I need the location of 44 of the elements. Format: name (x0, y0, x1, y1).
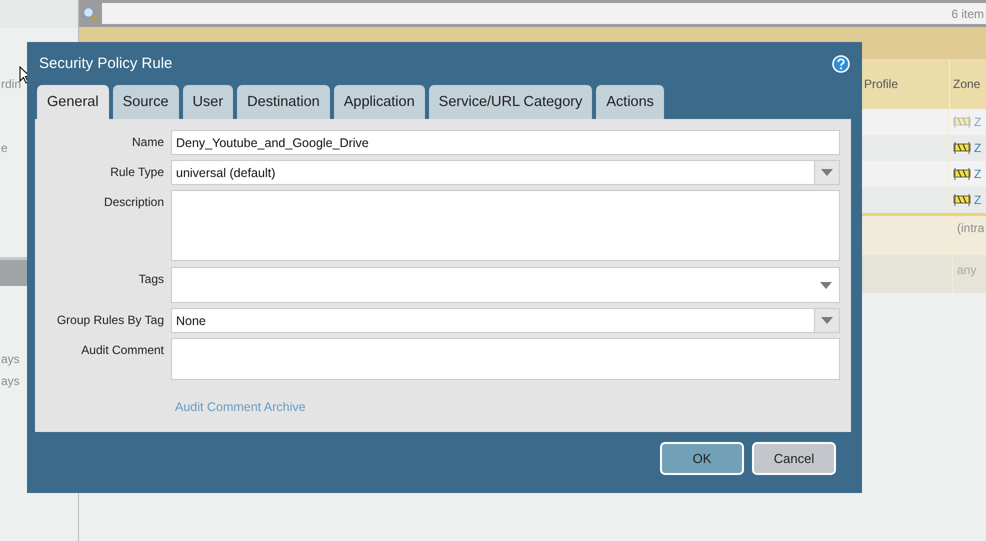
zone-icon (953, 193, 971, 207)
dropdown-field[interactable]: None (171, 308, 815, 333)
tab[interactable]: Application (334, 85, 425, 119)
dialog-title: Security Policy Rule (39, 55, 172, 72)
sidebar-text: e (1, 141, 8, 155)
ok-button[interactable]: OK (660, 442, 744, 475)
tab[interactable]: Service/URL Category (428, 85, 592, 119)
zone-icon (953, 141, 971, 155)
table-cell-text: any (956, 262, 976, 277)
column-header[interactable]: Profile (858, 59, 949, 109)
field-label: Name (130, 134, 164, 149)
field-label: Description (102, 194, 164, 209)
text-area[interactable] (171, 338, 840, 380)
caret-icon (820, 282, 832, 288)
field-label: Group Rules By Tag (56, 312, 164, 327)
dropdown-button[interactable] (815, 308, 840, 333)
field-label: Rule Type (109, 164, 164, 179)
tags-field[interactable] (171, 267, 840, 303)
dropdown-button[interactable] (815, 160, 840, 185)
zone-name[interactable]: Z (974, 167, 982, 181)
tab[interactable]: Destination (237, 85, 330, 119)
zone-name[interactable]: Z (974, 193, 982, 207)
text-area[interactable] (171, 190, 840, 261)
cancel-button[interactable]: Cancel (752, 442, 836, 475)
table-cell-text: (intra (956, 220, 984, 235)
input-field[interactable]: Deny_Youtube_and_Google_Drive (171, 130, 840, 155)
zone-name[interactable]: Z (974, 141, 982, 155)
field-label: Tags (138, 271, 164, 286)
item-count: 6 item (951, 6, 984, 20)
caret-icon (821, 317, 833, 324)
zone-icon (953, 115, 971, 129)
zone-icon (953, 167, 971, 181)
help-icon[interactable] (832, 54, 850, 72)
caret-icon (821, 169, 833, 176)
sidebar-text: ays (1, 374, 20, 388)
sidebar-text: rdin (1, 77, 22, 91)
tab[interactable]: User (182, 85, 234, 119)
field-label: Audit Comment (80, 342, 164, 357)
search-icon[interactable] (82, 6, 98, 22)
tab[interactable]: General (37, 85, 109, 119)
tab[interactable]: Actions (596, 85, 664, 119)
dropdown-field[interactable]: universal (default) (171, 160, 815, 185)
sidebar-text: ays (1, 352, 20, 366)
tab[interactable]: Source (112, 85, 179, 119)
